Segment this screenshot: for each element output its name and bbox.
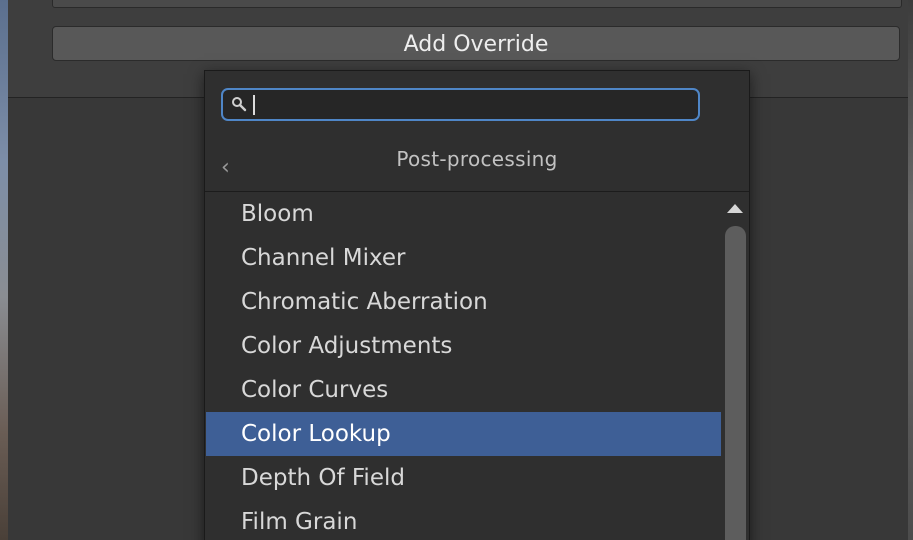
scrollbar-thumb[interactable] [725,226,746,540]
list-item-channel-mixer[interactable]: Channel Mixer [206,236,721,280]
category-header: ‹ Post-processing [205,131,749,192]
list-item-bloom[interactable]: Bloom [206,192,721,236]
list-item-depth-of-field[interactable]: Depth Of Field [206,456,721,500]
scroll-up-arrow-icon[interactable] [727,204,743,213]
list-scrollbar[interactable] [724,198,746,540]
list-item-color-curves[interactable]: Color Curves [206,368,721,412]
add-override-button[interactable]: Add Override [52,26,900,61]
override-list: Bloom Channel Mixer Chromatic Aberration… [206,192,721,540]
category-title: Post-processing [396,147,558,171]
list-item-color-adjustments[interactable]: Color Adjustments [206,324,721,368]
window-edge [908,0,913,540]
list-item-chromatic-aberration[interactable]: Chromatic Aberration [206,280,721,324]
unity-editor-screen: Add Override ‹ Post-processing Bloom Cha… [0,0,913,540]
list-item-film-grain[interactable]: Film Grain [206,500,721,540]
list-item-color-lookup[interactable]: Color Lookup [206,412,721,456]
search-field[interactable] [221,88,700,121]
search-icon [232,97,247,112]
add-override-dropdown: ‹ Post-processing Bloom Channel Mixer Ch… [204,70,750,540]
previous-field [52,0,902,8]
text-caret [253,95,255,115]
scene-view-edge [0,0,8,540]
